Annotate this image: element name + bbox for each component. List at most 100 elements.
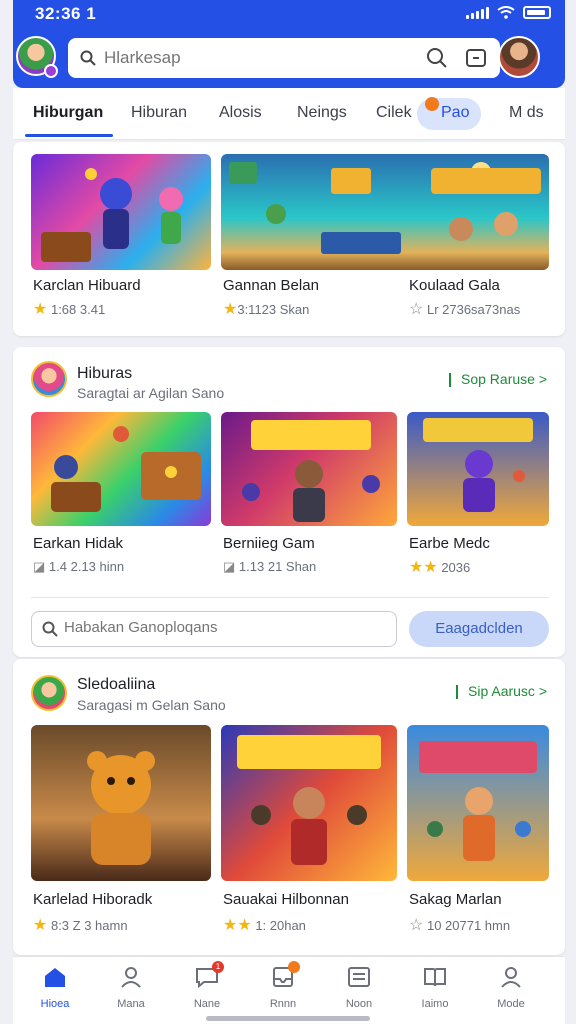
game-meta: ★★ 2036 [409, 557, 470, 577]
hiburas-section-card: Hiburas Saragtai ar Agilan Sano Sop Raru… [13, 347, 565, 657]
game-thumbnail[interactable] [407, 725, 549, 881]
divider [31, 597, 549, 598]
home-icon [45, 968, 65, 987]
game-thumbnail[interactable] [221, 725, 397, 881]
list-icon [348, 967, 370, 987]
nav-list[interactable]: Noon [321, 965, 397, 1010]
game-title[interactable]: Karlelad Hiboradk [33, 891, 152, 908]
search-bar[interactable] [68, 38, 500, 78]
star-icon: ★ [33, 917, 48, 934]
nav-more[interactable]: Mode [473, 965, 549, 1010]
tag-icon: ◪ [223, 559, 236, 574]
section-search-bar[interactable] [31, 611, 397, 647]
game-meta: ★3:1123 Skan [223, 299, 309, 319]
nav-label: Rnnn [269, 998, 297, 1010]
star-outline-icon: ☆ [409, 301, 424, 318]
game-meta-text: Lr 2736sa73nas [426, 302, 521, 317]
game-meta-text: 1:68 3.41 [50, 302, 106, 317]
magnifier-icon[interactable] [426, 47, 448, 69]
nav-book[interactable]: Iaimo [397, 965, 473, 1010]
beach-illustration [229, 162, 541, 254]
nav-home[interactable]: Hioea [17, 965, 93, 1010]
nav-label: Noon [345, 998, 373, 1010]
tab-more[interactable]: M ds [509, 104, 544, 122]
game-meta-text: 10 20771 hmn [426, 918, 511, 933]
user-settings-icon [501, 967, 521, 988]
game-meta-text: 8:3 Z 3 hamn [50, 918, 128, 933]
shadan-illustration [237, 735, 381, 865]
game-title[interactable]: Earkan Hidak [33, 535, 123, 552]
status-icons [466, 6, 551, 19]
game-thumbnail[interactable] [221, 412, 397, 526]
star-icon: ★★ [409, 559, 438, 576]
search-icon [80, 50, 96, 66]
section-title: Sledoaliina [77, 676, 156, 693]
game-meta-text: 1.13 21 Shan [238, 559, 317, 574]
home-indicator[interactable] [206, 1016, 370, 1021]
game-thumbnail[interactable] [407, 412, 549, 526]
status-bar: 32:36 1 [13, 0, 565, 28]
chat-icon: 1 [194, 961, 224, 989]
search-input[interactable] [104, 46, 364, 70]
notification-badge: 1 [212, 961, 224, 973]
tab-pao[interactable]: Pao [441, 104, 469, 122]
game-thumbnail[interactable] [31, 154, 211, 270]
game-title[interactable]: Karclan Hibuard [33, 277, 141, 294]
tab-neings[interactable]: Neings [297, 104, 347, 122]
see-all-label: Sop Raruse > [461, 371, 547, 387]
game-meta: ★★ 1: 20han [223, 915, 306, 935]
notification-dot [288, 961, 300, 973]
bear-illustration [87, 751, 155, 865]
tab-hiburan[interactable]: Hiburan [131, 104, 187, 122]
wifi-icon [497, 6, 515, 19]
section-avatar [31, 361, 67, 397]
see-all-label: Sip Aarusc > [468, 683, 547, 699]
tab-cilek[interactable]: Cilek [376, 104, 412, 122]
nav-label: Nane [193, 998, 221, 1010]
section-avatar [31, 675, 67, 711]
inbox-icon [270, 961, 300, 989]
game-meta-text: 1.4 2.13 hinn [48, 559, 125, 574]
battery-icon [523, 6, 551, 19]
section-title: Hiburas [77, 365, 133, 382]
nav-label: Mana [117, 998, 145, 1010]
game-title[interactable]: Sauakai Hilbonnan [223, 891, 349, 908]
nav-inbox[interactable]: Rnnn [245, 961, 321, 1010]
featured-games-card: Karclan Hibuard ★ 1:68 3.41 Gannan Belan… [13, 142, 565, 336]
game-meta: ☆ Lr 2736sa73nas [409, 299, 520, 319]
section-search-input[interactable] [64, 619, 384, 636]
see-all-link[interactable]: Sop Raruse > [449, 371, 547, 388]
message-icon[interactable] [466, 49, 486, 67]
tab-alosis[interactable]: Alosis [219, 104, 262, 122]
signal-icon [466, 6, 489, 19]
nav-chat[interactable]: 1 Nane [169, 961, 245, 1010]
tab-hiburgan[interactable]: Hiburgan [33, 104, 103, 122]
game-thumbnail[interactable] [31, 725, 211, 881]
section-action-button[interactable]: Eaagadclden [409, 611, 549, 647]
game-meta: ★ 8:3 Z 3 hamn [33, 915, 128, 935]
star-outline-icon: ☆ [409, 917, 424, 934]
game-title[interactable]: Berniieg Gam [223, 535, 315, 552]
game-title[interactable]: Sakag Marlan [409, 891, 502, 908]
sledoaliina-section-card: Sledoaliina Saragasi m Gelan Sano Sip Aa… [13, 659, 565, 955]
section-subtitle: Saragtai ar Agilan Sano [77, 385, 225, 401]
treasure-illustration [51, 426, 201, 512]
category-tabs: Hiburgan Hiburan Alosis Neings Cilek Pao… [13, 88, 565, 140]
game-meta-text: 2036 [441, 560, 471, 575]
game-title[interactable]: Earbe Medc [409, 535, 490, 552]
active-tab-indicator [25, 134, 113, 137]
search-icon [42, 621, 58, 637]
game-thumbnail[interactable] [31, 412, 211, 526]
game-meta-text: 3:1123 Skan [237, 302, 310, 317]
status-time: 32:36 1 [35, 4, 97, 23]
game-title[interactable]: Gannan Belan [223, 277, 319, 294]
game-thumbnail[interactable] [221, 154, 549, 270]
game-title[interactable]: Koulaad Gala [409, 277, 500, 294]
avatar-badge [44, 64, 58, 78]
game-meta-text: 1: 20han [255, 918, 306, 933]
see-all-link[interactable]: Sip Aarusc > [456, 683, 547, 700]
notification-dot [425, 97, 439, 111]
nav-profile[interactable]: Mana [93, 965, 169, 1010]
profile-avatar[interactable] [498, 36, 540, 78]
bottom-navigation: Hioea Mana 1 Nane Rnnn Noon Iaimo Mode [13, 956, 565, 1024]
